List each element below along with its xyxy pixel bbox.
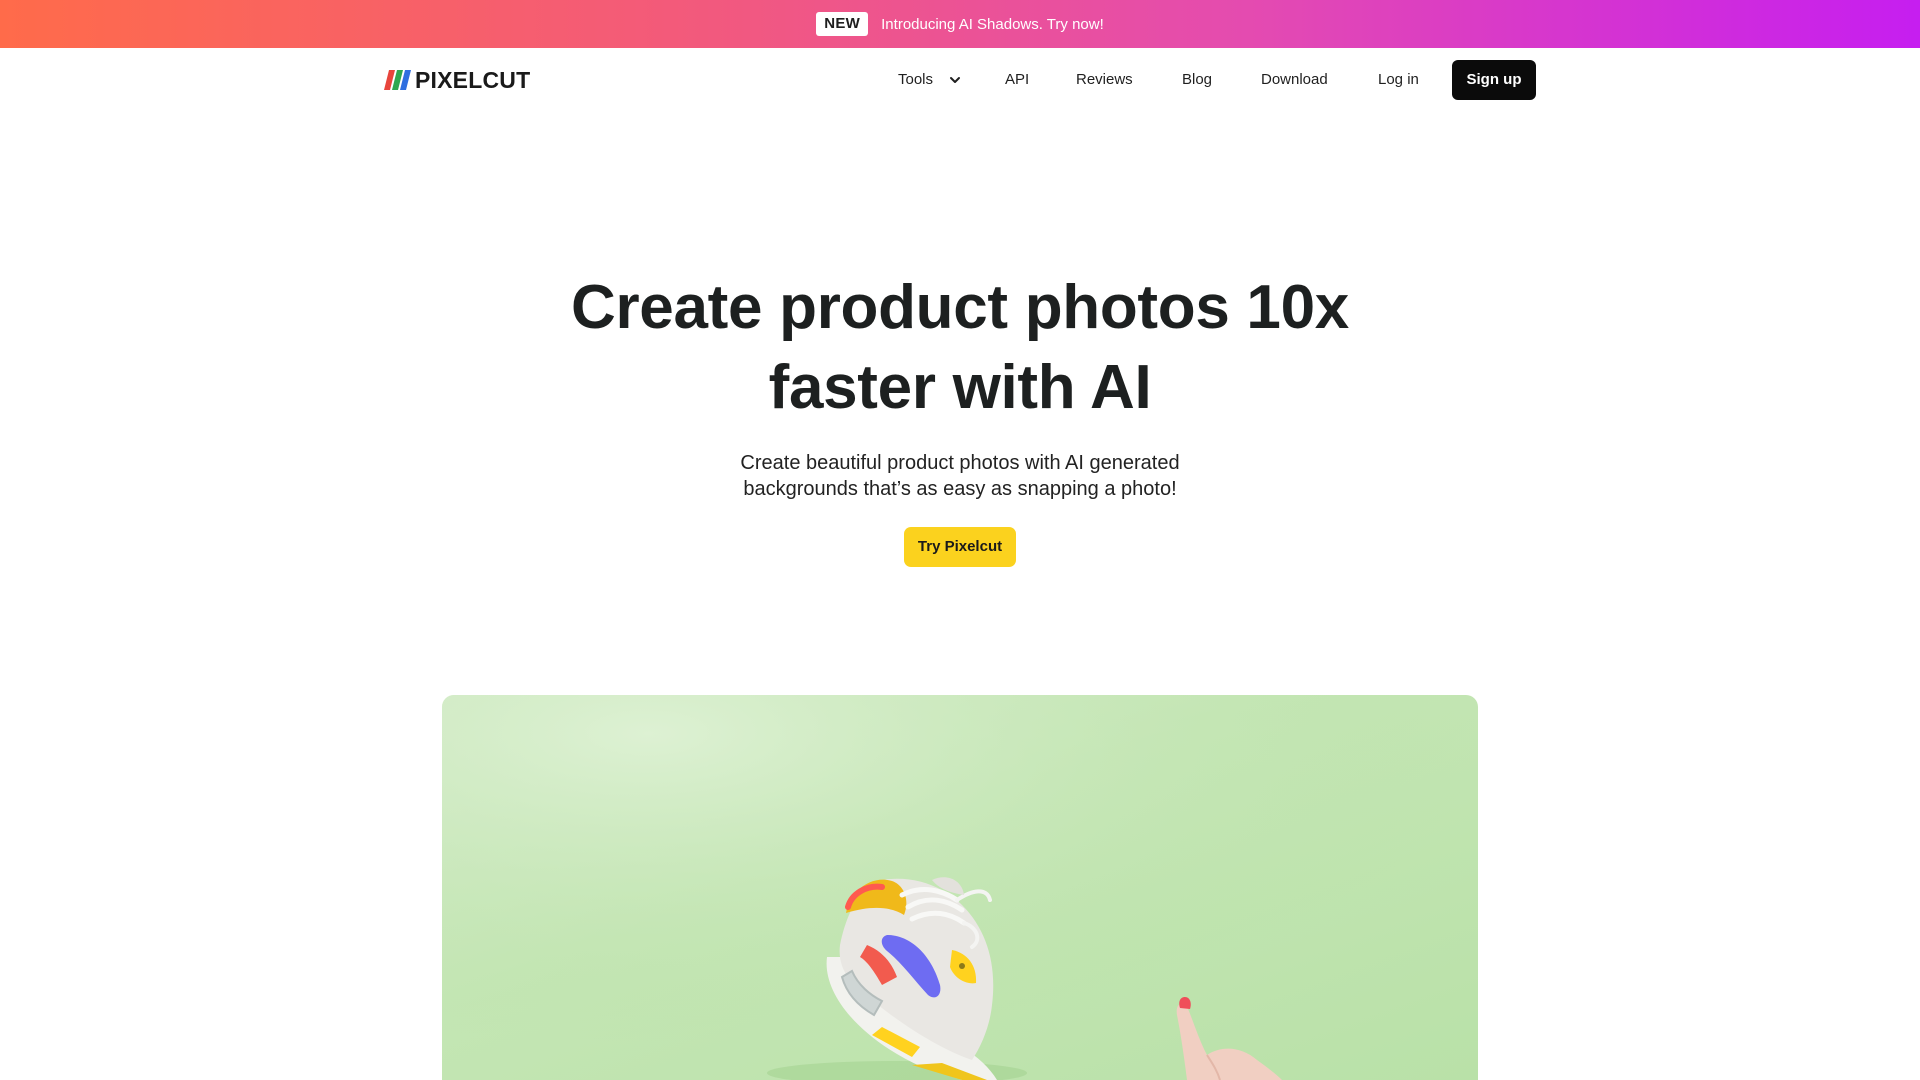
announcement-link[interactable]: Introducing AI Shadows. Try now! — [881, 16, 1104, 33]
try-pixelcut-button[interactable]: Try Pixelcut — [904, 527, 1016, 567]
new-badge: NEW — [816, 12, 869, 36]
site-header: PIXELCUT Tools API Reviews Blog Download… — [0, 48, 1920, 112]
hero-subtitle-line2: backgrounds that’s as easy as snapping a… — [743, 478, 1177, 500]
nav-blog[interactable]: Blog — [1182, 60, 1212, 100]
login-link[interactable]: Log in — [1378, 60, 1419, 100]
hero-subtitle: Create beautiful product photos with AI … — [660, 450, 1260, 502]
hero-title-line1: Create product photos 10x — [571, 273, 1349, 342]
hero-title-line2: faster with AI — [768, 353, 1152, 422]
hero-title: Create product photos 10x faster with AI — [460, 268, 1460, 428]
showcase-image — [442, 695, 1478, 1080]
main-nav: Tools API Reviews Blog Download Log in S… — [0, 60, 1920, 100]
nav-download[interactable]: Download — [1261, 60, 1328, 100]
chevron-down-icon[interactable] — [948, 73, 962, 87]
nav-tools[interactable]: Tools — [898, 60, 933, 100]
signup-button[interactable]: Sign up — [1452, 60, 1536, 100]
nav-reviews[interactable]: Reviews — [1076, 60, 1133, 100]
hero-subtitle-line1: Create beautiful product photos with AI … — [740, 452, 1180, 474]
announcement-banner[interactable]: NEW Introducing AI Shadows. Try now! — [0, 0, 1920, 48]
nav-api[interactable]: API — [1005, 60, 1029, 100]
